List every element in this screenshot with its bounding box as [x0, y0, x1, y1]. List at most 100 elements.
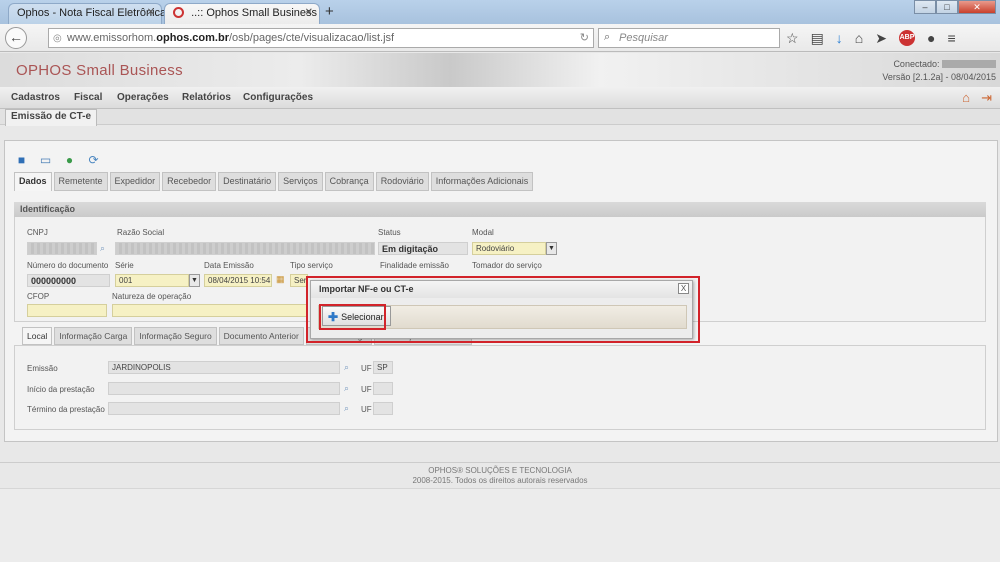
- maximize-icon[interactable]: □: [936, 0, 958, 14]
- close-tab-icon[interactable]: ✕: [305, 7, 313, 18]
- window-controls: – □ ✕: [914, 0, 996, 14]
- cfop-label: CFOP: [27, 292, 50, 301]
- close-icon[interactable]: X: [678, 283, 689, 294]
- masked-user: [942, 60, 996, 68]
- tab-informacao-carga[interactable]: Informação Carga: [54, 327, 133, 345]
- adblock-icon[interactable]: ABP: [899, 30, 915, 46]
- exit-icon[interactable]: ⇥: [981, 90, 992, 106]
- browser-toolbar-icons: ☆ ▤ ↓ ⌂ ➤ ABP ● ≡: [786, 30, 956, 47]
- tab-destinatario[interactable]: Destinatário: [218, 172, 277, 191]
- tab-servicos[interactable]: Serviços: [278, 172, 323, 191]
- browser-tab-title: Ophos - Nota Fiscal Eletrônica: [17, 7, 167, 19]
- send-icon[interactable]: ➤: [875, 30, 887, 47]
- uf-field[interactable]: [373, 402, 393, 415]
- selecionar-label: Selecionar: [341, 312, 384, 322]
- uf-field[interactable]: [373, 382, 393, 395]
- serie-label: Série: [115, 261, 134, 270]
- page-bottom: [0, 488, 1000, 562]
- tab-rodoviario[interactable]: Rodoviário: [375, 172, 429, 191]
- refresh-icon[interactable]: ⟳: [86, 153, 101, 167]
- uf-label: UF: [361, 405, 372, 414]
- tipo-servico-label: Tipo serviço: [290, 261, 333, 270]
- tab-cobranca[interactable]: Cobrança: [324, 172, 374, 191]
- cfop-field[interactable]: [27, 304, 107, 317]
- chat-icon[interactable]: ●: [927, 30, 935, 47]
- bookmark-star-icon[interactable]: ☆: [786, 30, 799, 47]
- selecionar-button[interactable]: ✚ Selecionar: [322, 306, 391, 326]
- search-placeholder: Pesquisar: [619, 32, 668, 44]
- chevron-down-icon[interactable]: ▼: [546, 242, 557, 255]
- menu-fiscal[interactable]: Fiscal: [74, 92, 102, 103]
- search-icon[interactable]: ⌕: [344, 403, 349, 414]
- menu-operacoes[interactable]: Operações: [117, 92, 169, 103]
- search-icon[interactable]: ⌕: [344, 383, 349, 394]
- natureza-operacao-field[interactable]: [112, 304, 307, 317]
- tipo-servico-select[interactable]: Serv: [290, 274, 308, 287]
- serie-select[interactable]: 001: [115, 274, 189, 287]
- transmit-icon[interactable]: ●: [62, 153, 77, 167]
- emissao-field[interactable]: JARDINOPOLIS: [108, 361, 340, 374]
- url-domain: ophos.com.br: [156, 32, 229, 44]
- tab-documento-anterior[interactable]: Documento Anterior: [218, 327, 304, 345]
- inicio-prestacao-field[interactable]: [108, 382, 340, 395]
- calendar-icon[interactable]: ▦: [276, 274, 285, 285]
- page-tabs: Emissão de CT-e: [0, 109, 1000, 126]
- browser-tab-osb[interactable]: ..:: Ophos Small Business ✕: [164, 3, 320, 24]
- import-icon[interactable]: ▭: [38, 153, 53, 167]
- status-label: Status: [378, 228, 401, 237]
- tab-informacoes-adicionais[interactable]: Informações Adicionais: [430, 172, 534, 191]
- tab-remetente[interactable]: Remetente: [53, 172, 108, 191]
- cnpj-label: CNPJ: [27, 228, 48, 237]
- numero-documento-field: 000000000: [27, 274, 110, 287]
- url-bar[interactable]: ◎ www.emissorhom.ophos.com.br/osb/pages/…: [48, 28, 594, 48]
- search-input[interactable]: ⌕ Pesquisar: [598, 28, 780, 48]
- menu-relatorios[interactable]: Relatórios: [182, 92, 231, 103]
- tab-dados[interactable]: Dados: [14, 172, 52, 191]
- back-arrow-icon[interactable]: ←: [5, 27, 27, 49]
- menu-cadastros[interactable]: Cadastros: [11, 92, 60, 103]
- dialog-title: Importar NF-e ou CT-e: [311, 281, 692, 298]
- termino-prestacao-label: Término da prestação: [27, 405, 105, 414]
- uf-field[interactable]: SP: [373, 361, 393, 374]
- menu-icon[interactable]: ≡: [947, 30, 955, 47]
- search-icon[interactable]: ⌕: [344, 362, 349, 373]
- home-icon[interactable]: ⌂: [855, 30, 863, 47]
- main-menu: Cadastros Fiscal Operações Relatórios Co…: [0, 87, 1000, 109]
- new-tab-icon[interactable]: +: [325, 3, 334, 20]
- tab-expedidor[interactable]: Expedidor: [109, 172, 161, 191]
- search-icon[interactable]: ⌕: [100, 243, 105, 254]
- data-emissao-field[interactable]: 08/04/2015 10:54: [204, 274, 272, 287]
- tomador-servico-label: Tomador do serviço: [472, 261, 542, 270]
- uf-label: UF: [361, 364, 372, 373]
- status-field: Em digitação: [378, 242, 468, 255]
- data-emissao-label: Data Emissão: [204, 261, 254, 270]
- numero-documento-label: Número do documento: [27, 261, 109, 270]
- url-prefix: www.emissorhom.: [67, 32, 157, 44]
- tab-informacao-seguro[interactable]: Informação Seguro: [134, 327, 217, 345]
- reload-icon[interactable]: ↻: [580, 31, 589, 44]
- browser-tab-title: ..:: Ophos Small Business: [191, 7, 318, 19]
- save-icon[interactable]: ■: [14, 153, 29, 167]
- browser-nav-bar: ← ◎ www.emissorhom.ophos.com.br/osb/page…: [0, 24, 1000, 52]
- razao-social-field[interactable]: [115, 242, 375, 255]
- footer: OPHOS® SOLUÇÕES E TECNOLOGIA 2008-2015. …: [0, 462, 1000, 488]
- menu-configuracoes[interactable]: Configurações: [243, 92, 313, 103]
- tab-local[interactable]: Local: [22, 327, 53, 345]
- app-header: OPHOS Small Business Conectado: Versão […: [0, 53, 1000, 87]
- page-tab-emissao-cte[interactable]: Emissão de CT-e: [5, 109, 98, 126]
- close-tab-icon[interactable]: ✕: [147, 7, 155, 18]
- chevron-down-icon[interactable]: ▼: [189, 274, 200, 287]
- cnpj-field[interactable]: [27, 242, 97, 255]
- home-icon[interactable]: ⌂: [962, 90, 970, 105]
- browser-tab-nfe[interactable]: Ophos - Nota Fiscal Eletrônica ✕: [8, 3, 166, 24]
- natureza-operacao-label: Natureza de operação: [112, 292, 192, 301]
- modal-select[interactable]: Rodoviário: [472, 242, 546, 255]
- footer-copyright: 2008-2015. Todos os direitos autorais re…: [412, 476, 588, 485]
- reading-list-icon[interactable]: ▤: [811, 30, 824, 47]
- download-icon[interactable]: ↓: [836, 30, 843, 47]
- tab-recebedor[interactable]: Recebedor: [162, 172, 217, 191]
- termino-prestacao-field[interactable]: [108, 402, 340, 415]
- minimize-icon[interactable]: –: [914, 0, 936, 14]
- close-window-icon[interactable]: ✕: [958, 0, 996, 14]
- version-line: Versão [2.1.2a] - 08/04/2015: [882, 72, 996, 82]
